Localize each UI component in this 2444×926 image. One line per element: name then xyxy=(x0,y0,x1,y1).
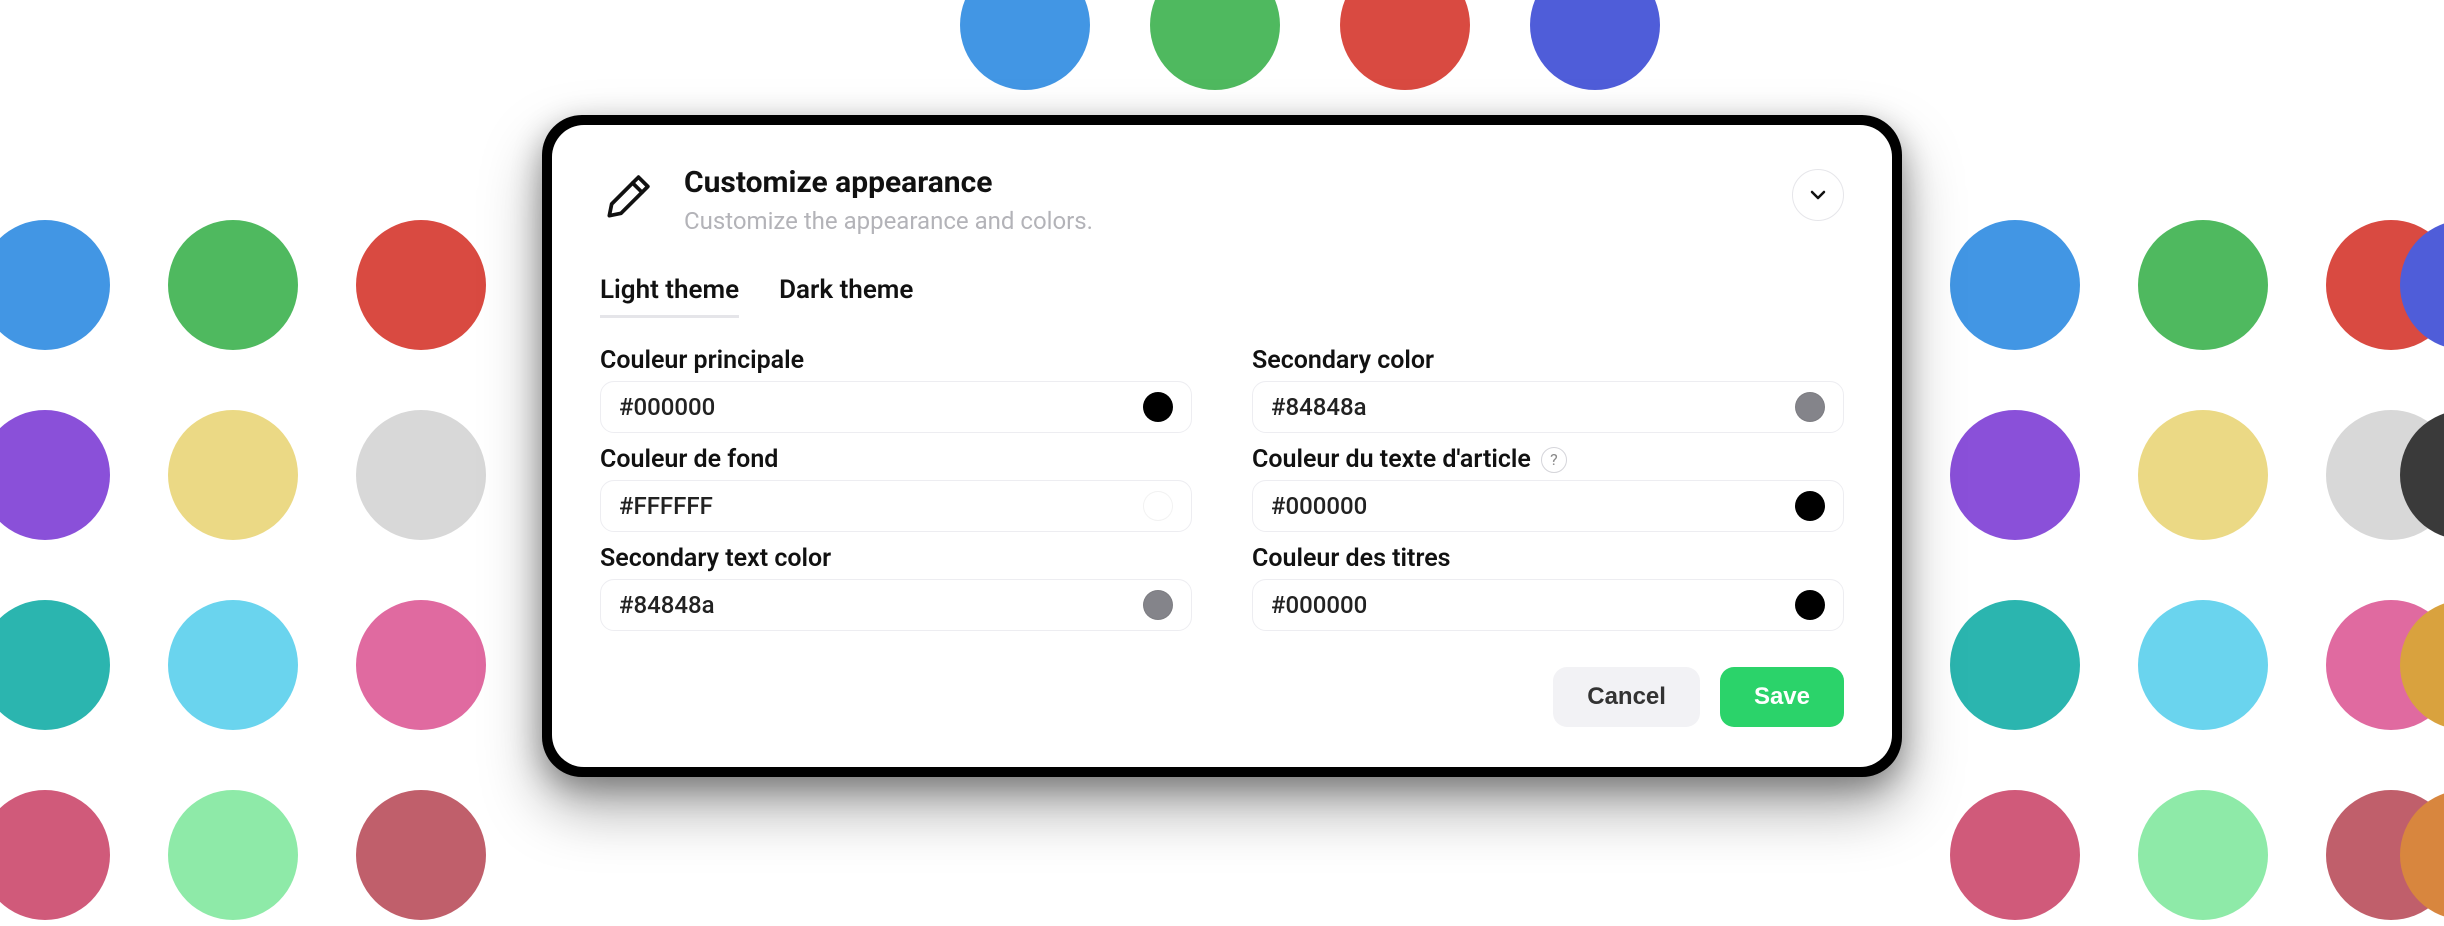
field-label: Couleur du texte d'article xyxy=(1252,445,1531,474)
panel-footer: Cancel Save xyxy=(600,667,1844,727)
color-input-row[interactable] xyxy=(600,480,1192,532)
color-input-row[interactable] xyxy=(1252,381,1844,433)
field-primary-color: Couleur principale xyxy=(600,346,1192,433)
bg-dot xyxy=(356,790,486,920)
color-input-row[interactable] xyxy=(1252,579,1844,631)
color-swatch[interactable] xyxy=(1143,491,1173,521)
field-label: Couleur de fond xyxy=(600,445,1192,474)
modal-device-frame: Customize appearance Customize the appea… xyxy=(542,115,1902,777)
article-text-color-input[interactable] xyxy=(1271,492,1783,520)
color-input-row[interactable] xyxy=(600,381,1192,433)
bg-dot xyxy=(0,410,110,540)
bg-dot xyxy=(0,600,110,730)
field-titles-color: Couleur des titres xyxy=(1252,544,1844,631)
bg-dot xyxy=(2138,410,2268,540)
bg-dot xyxy=(2138,600,2268,730)
bg-dot xyxy=(1340,0,1470,90)
primary-color-input[interactable] xyxy=(619,393,1131,421)
chevron-down-icon xyxy=(1806,183,1830,207)
bg-dot xyxy=(168,410,298,540)
bg-dot xyxy=(960,0,1090,90)
bg-dot xyxy=(2138,220,2268,350)
color-input-row[interactable] xyxy=(600,579,1192,631)
tab-light-theme[interactable]: Light theme xyxy=(600,275,739,318)
panel-subtitle: Customize the appearance and colors. xyxy=(684,207,1764,235)
help-icon[interactable]: ? xyxy=(1541,447,1567,473)
bg-dot xyxy=(356,600,486,730)
theme-tabs: Light theme Dark theme xyxy=(600,275,1844,318)
field-label: Couleur des titres xyxy=(1252,544,1844,573)
field-label: Secondary color xyxy=(1252,346,1844,375)
field-secondary-color: Secondary color xyxy=(1252,346,1844,433)
bg-dot xyxy=(0,220,110,350)
titles-color-input[interactable] xyxy=(1271,591,1783,619)
color-swatch[interactable] xyxy=(1143,590,1173,620)
field-secondary-text-color: Secondary text color xyxy=(600,544,1192,631)
bg-dot xyxy=(168,790,298,920)
field-article-text-color: Couleur du texte d'article ? xyxy=(1252,445,1844,532)
color-fields-grid: Couleur principale Secondary color Coule… xyxy=(600,346,1844,631)
color-swatch[interactable] xyxy=(1143,392,1173,422)
collapse-toggle[interactable] xyxy=(1792,169,1844,221)
panel-header: Customize appearance Customize the appea… xyxy=(600,165,1844,235)
brush-icon xyxy=(600,169,656,225)
bg-dot xyxy=(1530,0,1660,90)
bg-dot xyxy=(356,220,486,350)
bg-dot xyxy=(168,220,298,350)
secondary-text-color-input[interactable] xyxy=(619,591,1131,619)
bg-dot xyxy=(1950,600,2080,730)
bg-dot xyxy=(1950,220,2080,350)
panel-title: Customize appearance xyxy=(684,165,1764,201)
bg-dot xyxy=(2138,790,2268,920)
customize-appearance-panel: Customize appearance Customize the appea… xyxy=(552,125,1892,767)
bg-dot xyxy=(356,410,486,540)
field-background-color: Couleur de fond xyxy=(600,445,1192,532)
cancel-button[interactable]: Cancel xyxy=(1553,667,1700,727)
bg-dot xyxy=(168,600,298,730)
secondary-color-input[interactable] xyxy=(1271,393,1783,421)
field-label: Secondary text color xyxy=(600,544,1192,573)
save-button[interactable]: Save xyxy=(1720,667,1844,727)
color-input-row[interactable] xyxy=(1252,480,1844,532)
color-swatch[interactable] xyxy=(1795,392,1825,422)
color-swatch[interactable] xyxy=(1795,491,1825,521)
background-color-input[interactable] xyxy=(619,492,1131,520)
bg-dot xyxy=(1950,790,2080,920)
field-label: Couleur principale xyxy=(600,346,1192,375)
bg-dot xyxy=(1150,0,1280,90)
bg-dot xyxy=(0,790,110,920)
bg-dot xyxy=(1950,410,2080,540)
color-swatch[interactable] xyxy=(1795,590,1825,620)
tab-dark-theme[interactable]: Dark theme xyxy=(779,275,913,318)
